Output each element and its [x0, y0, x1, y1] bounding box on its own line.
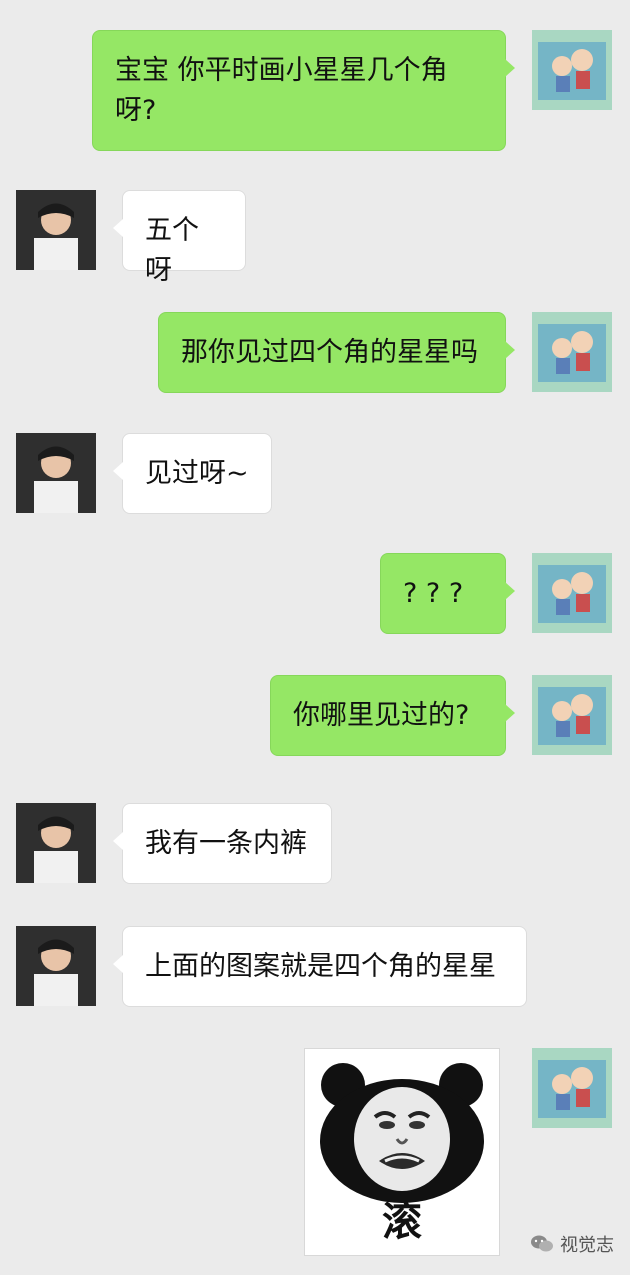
sender-avatar[interactable] — [532, 553, 612, 633]
person-photo-icon — [16, 433, 96, 513]
cartoon-avatar-icon — [532, 1048, 612, 1128]
message-bubble[interactable]: ? ? ? — [380, 553, 515, 634]
panda-face-icon — [320, 1063, 484, 1203]
contact-avatar[interactable] — [16, 190, 96, 270]
sticker-image[interactable]: 滚 — [304, 1048, 500, 1256]
wechat-logo-icon — [531, 1235, 553, 1252]
sticker-caption: 滚 — [382, 1199, 422, 1245]
message-bubble[interactable]: 那你见过四个角的星星吗 — [158, 312, 515, 393]
cartoon-avatar-icon — [532, 553, 612, 633]
person-photo-icon — [16, 803, 96, 883]
message-bubble[interactable]: 上面的图案就是四个角的星星 — [113, 926, 527, 1007]
contact-avatar[interactable] — [16, 433, 96, 513]
sender-avatar[interactable] — [532, 675, 612, 755]
sender-avatar[interactable] — [532, 30, 612, 110]
person-photo-icon — [16, 926, 96, 1006]
cartoon-avatar-icon — [532, 675, 612, 755]
contact-avatar[interactable] — [16, 926, 96, 1006]
message-bubble[interactable]: 我有一条内裤 — [113, 803, 332, 884]
message-bubble[interactable]: 五个呀 — [113, 190, 246, 286]
watermark-label: 视觉志 — [560, 1235, 614, 1256]
person-photo-icon — [16, 190, 96, 270]
sender-avatar[interactable] — [532, 312, 612, 392]
message-bubble[interactable]: 你哪里见过的? — [270, 675, 515, 756]
message-bubble[interactable]: 宝宝 你平时画小星星几个角 呀? — [92, 30, 515, 151]
cartoon-avatar-icon — [532, 30, 612, 110]
contact-avatar[interactable] — [16, 803, 96, 883]
cartoon-avatar-icon — [532, 312, 612, 392]
message-bubble[interactable]: 见过呀~ — [113, 433, 272, 514]
sender-avatar[interactable] — [532, 1048, 612, 1128]
watermark: 视觉志 — [530, 1231, 614, 1257]
